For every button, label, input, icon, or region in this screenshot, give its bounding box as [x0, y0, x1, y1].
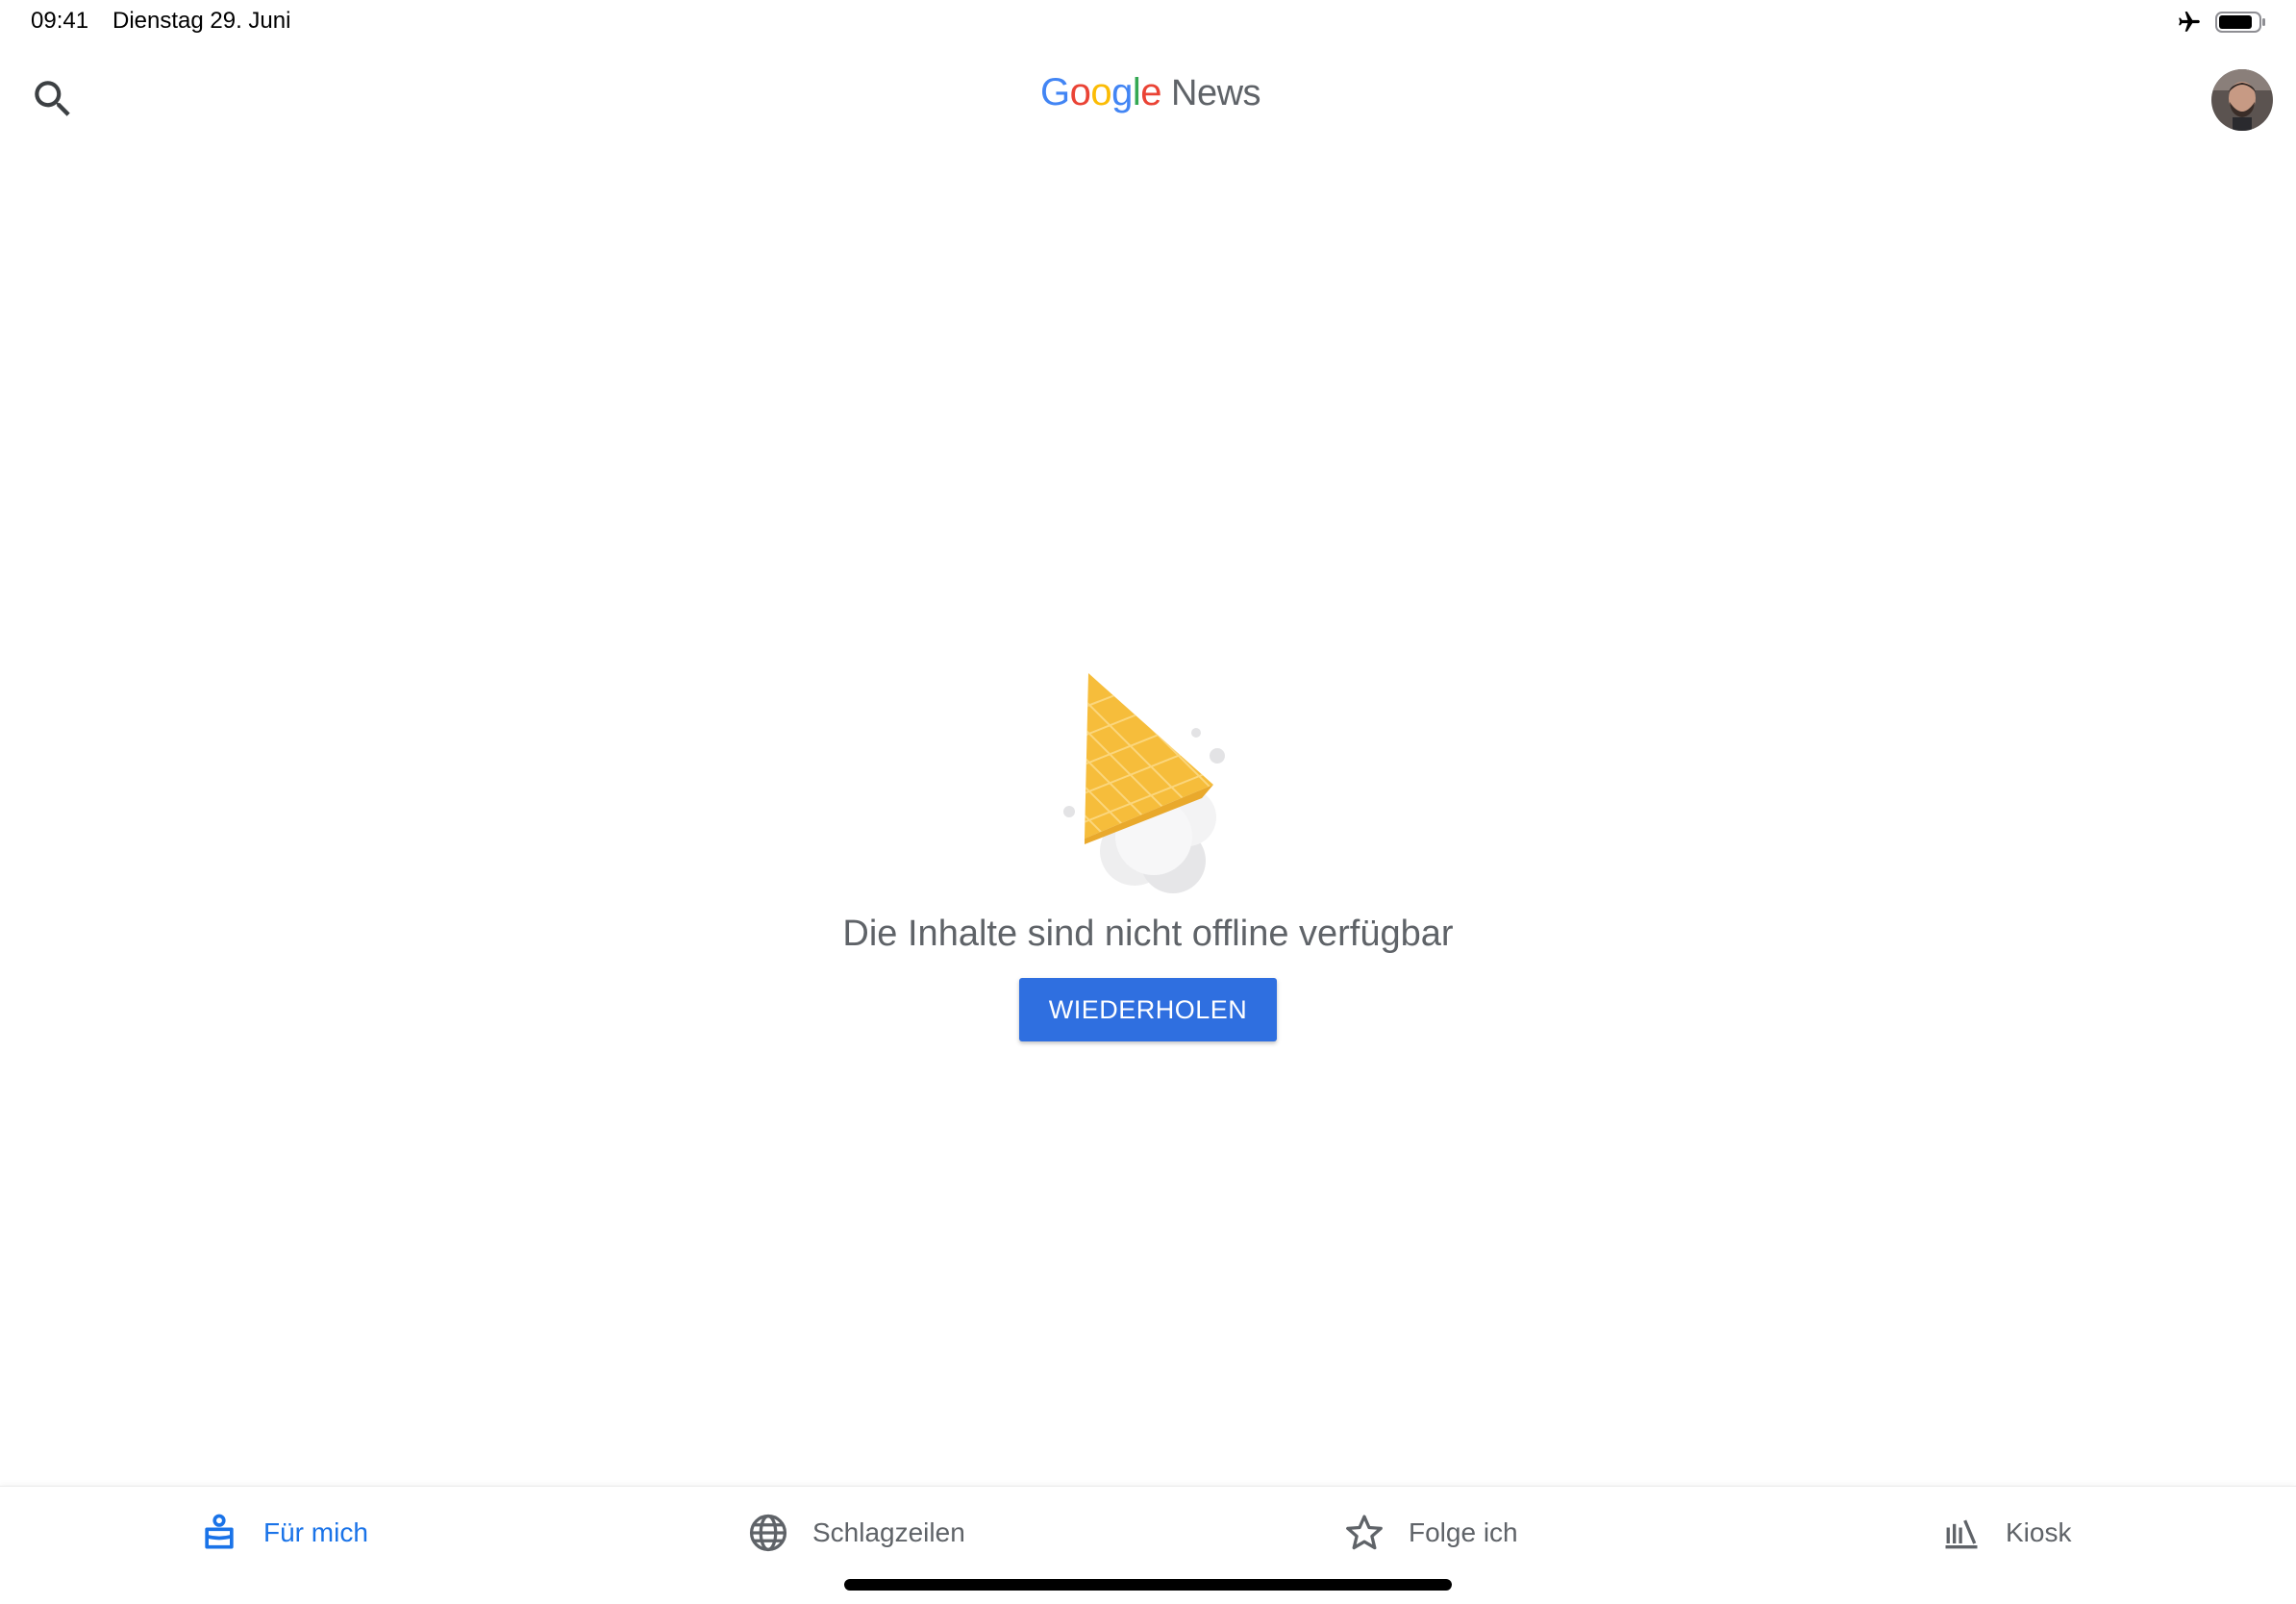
airplane-mode-icon — [2179, 12, 2200, 32]
globe-icon — [749, 1514, 787, 1552]
logo-letter-e: e — [1140, 71, 1162, 113]
battery-icon — [2215, 12, 2265, 33]
tab-newsstand[interactable]: Kiosk — [1940, 1506, 2071, 1560]
tab-following[interactable]: Folge ich — [1343, 1506, 1518, 1560]
tab-for-you-label: Für mich — [263, 1517, 368, 1547]
logo-letter-g2: g — [1111, 71, 1133, 113]
search-icon — [35, 81, 70, 116]
status-icons — [2177, 10, 2267, 35]
status-time: 09:41 — [31, 8, 89, 34]
home-indicator[interactable] — [844, 1579, 1452, 1591]
newsstand-icon — [1945, 1519, 1978, 1549]
logo-letter-o1: o — [1069, 71, 1091, 113]
status-bar: 09:41 Dienstag 29. Juni — [0, 0, 2296, 44]
star-icon — [1346, 1515, 1383, 1550]
logo-letter-o2: o — [1090, 71, 1112, 113]
avatar-image — [2211, 69, 2273, 131]
user-avatar[interactable] — [2211, 69, 2273, 131]
tab-newsstand-label: Kiosk — [2006, 1517, 2072, 1547]
search-button[interactable] — [29, 75, 77, 123]
offline-message: Die Inhalte sind nicht offline verfügbar — [842, 914, 1454, 954]
logo-letter-l: l — [1132, 71, 1141, 113]
app-screen: 09:41 Dienstag 29. Juni Google News Die … — [0, 0, 2296, 1604]
tab-headlines-label: Schlagzeilen — [812, 1517, 965, 1547]
google-news-logo: Google News — [1040, 71, 1261, 129]
tab-headlines[interactable]: Schlagzeilen — [747, 1506, 965, 1560]
logo-product-name: News — [1171, 73, 1261, 113]
for-you-icon — [205, 1514, 234, 1549]
app-header: Google News — [0, 44, 2296, 160]
retry-button[interactable]: WIEDERHOLEN — [1019, 978, 1277, 1041]
tab-for-you[interactable]: Für mich — [198, 1506, 368, 1560]
status-date: Dienstag 29. Juni — [112, 8, 291, 34]
ice-cream-illustration — [1063, 673, 1225, 893]
logo-letter-g: G — [1040, 71, 1070, 113]
tab-following-label: Folge ich — [1409, 1517, 1518, 1547]
